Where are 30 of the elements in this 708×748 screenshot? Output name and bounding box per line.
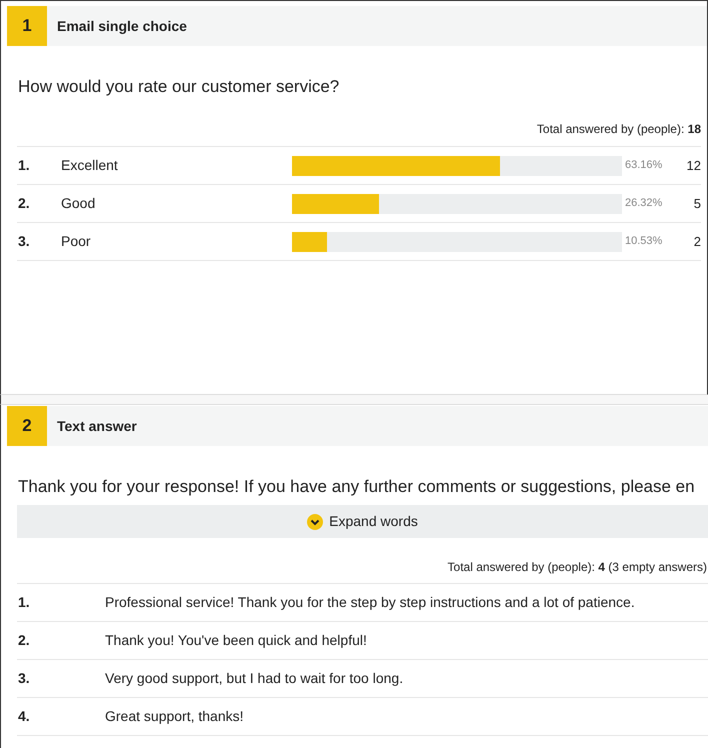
percent-text: 10.53% (625, 234, 664, 250)
answer-text: Thank you! You've been quick and helpful! (105, 631, 367, 650)
question-text: How would you rate our customer service? (18, 76, 340, 98)
row-number: 1. (17, 156, 31, 175)
chevron-down-icon (307, 514, 324, 530)
option-label: Excellent (61, 156, 119, 175)
row-number: 3. (17, 232, 31, 251)
count-text: 12 (686, 156, 701, 175)
total-answered-text: Total answered by (people): 4 (3 empty answers) (448, 559, 707, 576)
row-number: 2. (17, 194, 31, 213)
section-title: Email single choice (57, 16, 187, 36)
percent-text: 26.32% (625, 196, 664, 212)
answer-text: Professional service! Thank you for the step by step instructions and a lot of patience. (105, 593, 635, 612)
row-number: 4. (17, 707, 31, 726)
percent-text: 63.16% (625, 158, 664, 174)
option-label: Poor (61, 232, 92, 251)
answer-text: Great support, thanks! (105, 707, 244, 726)
total-answered-text: Total answered by (people): 18 (536, 121, 701, 138)
expand-words-button[interactable]: Expand words (17, 505, 708, 538)
section-title: Text answer (57, 416, 137, 436)
answer-text: Very good support, but I had to wait for too long. (105, 669, 404, 688)
question-number-badge: 2 (7, 406, 47, 446)
row-number: 3. (17, 669, 31, 688)
row-number: 1. (17, 593, 31, 612)
question-number-badge: 1 (7, 6, 47, 46)
question-text: Thank you for your response! If you have any further comments or suggestions, please en (18, 476, 695, 498)
option-label: Good (61, 194, 96, 213)
row-number: 2. (17, 631, 31, 650)
count-text: 2 (694, 232, 701, 251)
count-text: 5 (694, 194, 701, 213)
